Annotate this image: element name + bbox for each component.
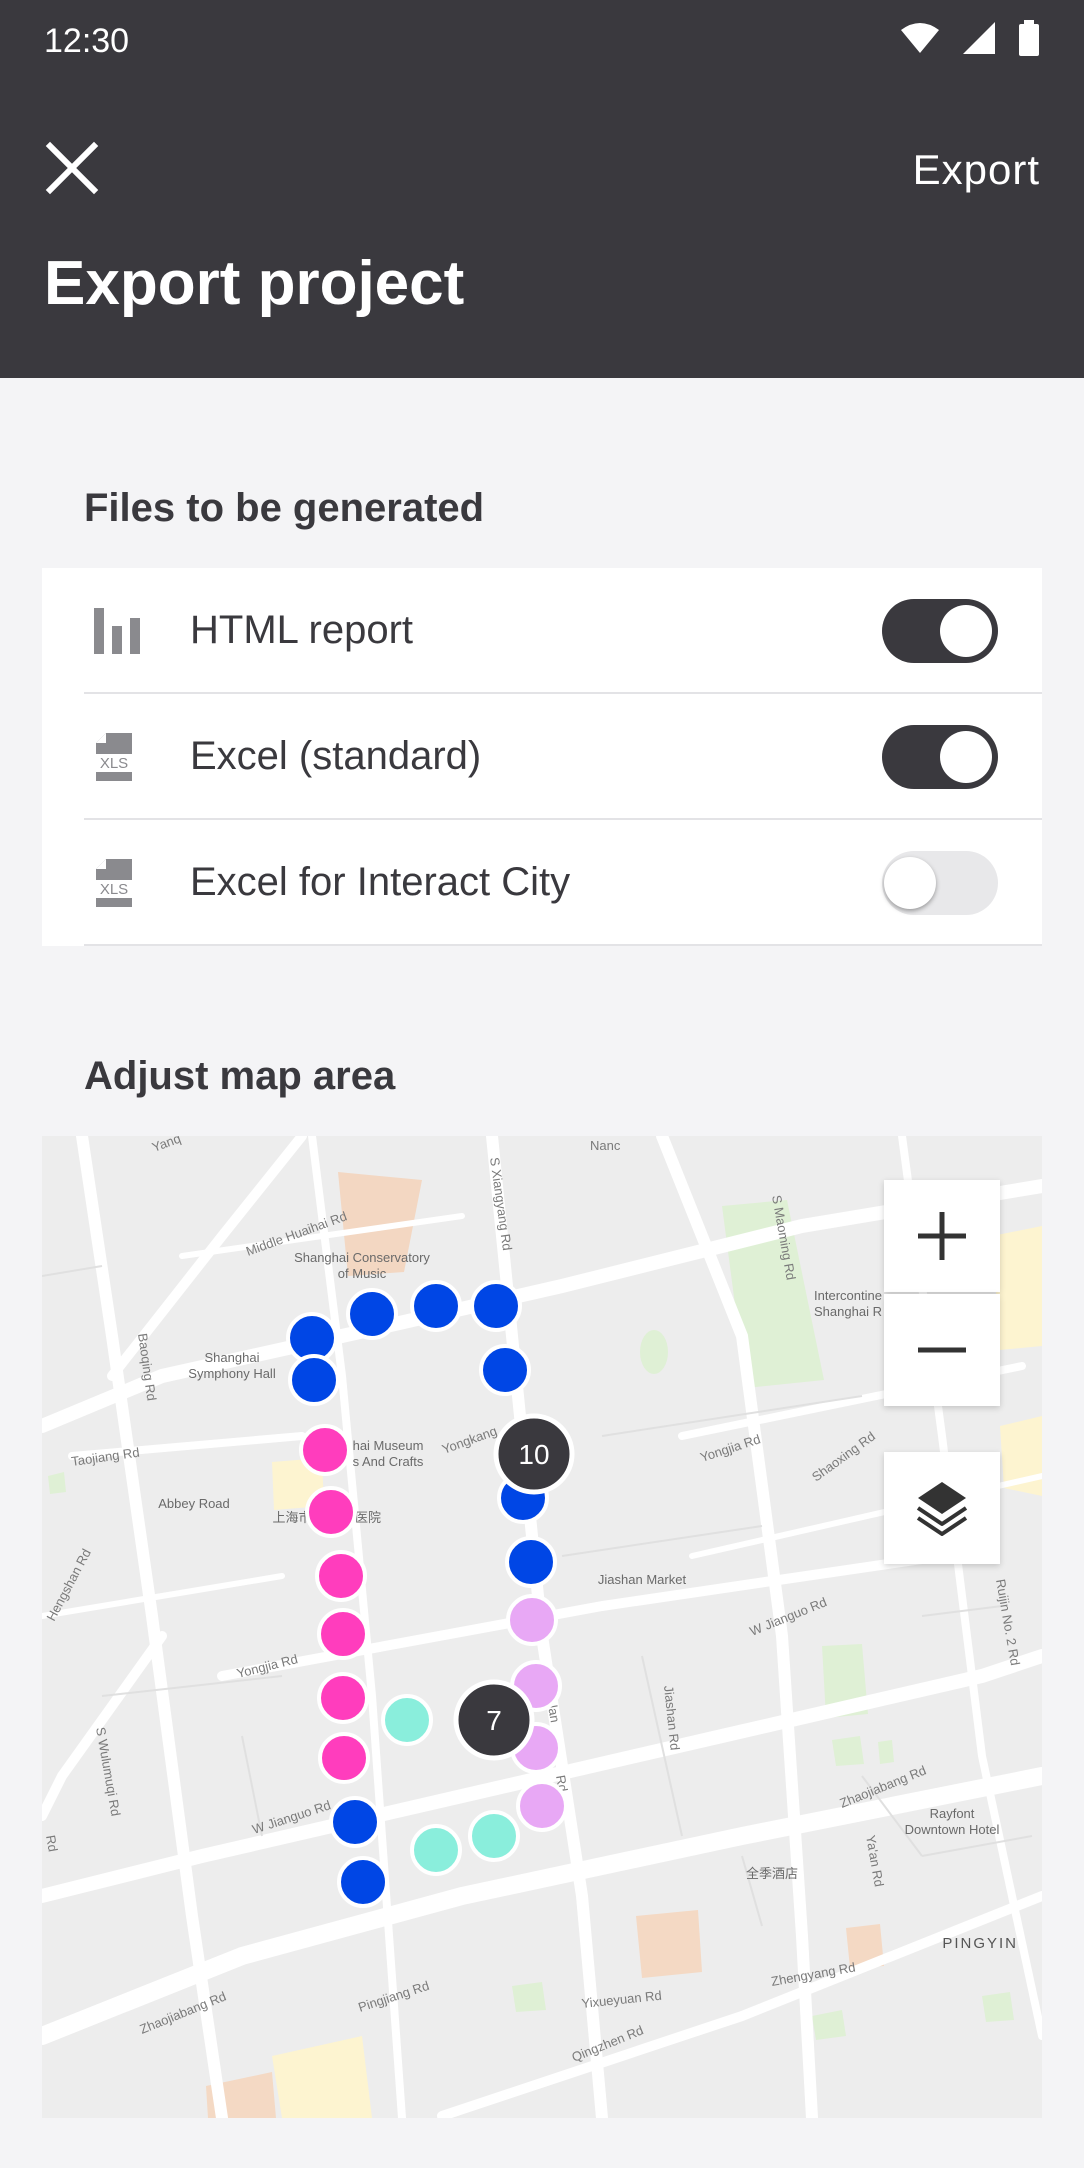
close-button[interactable]	[44, 140, 100, 196]
status-time: 12:30	[44, 22, 130, 60]
label-jiashan: Jiashan Market	[598, 1572, 687, 1587]
map-marker[interactable]	[288, 1354, 340, 1406]
excel-standard-toggle[interactable]	[882, 725, 998, 789]
map-marker[interactable]	[410, 1280, 462, 1332]
file-row-html-report[interactable]: HTML report	[42, 568, 1042, 694]
status-icons	[900, 20, 1040, 56]
map-layers-button[interactable]	[884, 1452, 1000, 1564]
zoom-in-button[interactable]	[884, 1180, 1000, 1292]
map-marker[interactable]	[381, 1694, 433, 1746]
map-marker[interactable]	[317, 1608, 369, 1660]
label-conservatory: Shanghai Conservatory	[294, 1250, 430, 1265]
map-marker[interactable]	[505, 1536, 557, 1588]
label-intercont2: Shanghai R	[814, 1304, 882, 1319]
cluster-marker-7[interactable]: 7	[453, 1679, 535, 1761]
label-rayfont2: Downtown Hotel	[905, 1822, 1000, 1837]
svg-text:XLS: XLS	[100, 755, 128, 772]
label-quanji: 全季酒店	[746, 1866, 798, 1881]
toggle-knob	[940, 605, 992, 657]
map-view[interactable]: Middle Huaihai Rd S Xiangyang Rd S Maomi…	[42, 1136, 1042, 2118]
zoom-out-button[interactable]	[884, 1294, 1000, 1406]
map-marker[interactable]	[410, 1824, 462, 1876]
file-label: Excel for Interact City	[190, 860, 571, 904]
cluster-marker-10[interactable]: 10	[493, 1413, 575, 1495]
label-hospital2: 医院	[355, 1510, 381, 1525]
cluster-count: 10	[518, 1439, 549, 1470]
label-rayfont: Rayfont	[930, 1806, 975, 1821]
map-marker[interactable]	[479, 1344, 531, 1396]
label-symphony: Shanghai	[205, 1350, 260, 1365]
svg-text:XLS: XLS	[100, 881, 128, 898]
map-marker[interactable]	[305, 1486, 357, 1538]
map-marker[interactable]	[299, 1424, 351, 1476]
divider	[84, 944, 1042, 946]
label-rd-left: Rd	[43, 1834, 61, 1853]
files-section-title: Files to be generated	[84, 486, 485, 530]
label-intercont: Intercontine	[814, 1288, 882, 1303]
app-bar: 12:30 Export Export project	[0, 0, 1084, 378]
label-abbey: Abbey Road	[158, 1496, 230, 1511]
map-park	[982, 1992, 1014, 2022]
map-marker[interactable]	[346, 1288, 398, 1340]
map-park	[512, 1982, 546, 2012]
minus-icon	[918, 1347, 966, 1353]
map-marker[interactable]	[318, 1732, 370, 1784]
map-marker[interactable]	[337, 1856, 389, 1908]
wifi-icon	[901, 23, 939, 53]
label-nanchang: Nanc	[590, 1138, 621, 1153]
excel-interact-city-toggle[interactable]	[882, 851, 998, 915]
xls-file-icon: XLS	[92, 733, 136, 781]
map-section-title: Adjust map area	[84, 1054, 396, 1098]
bar-chart-icon	[94, 608, 140, 654]
map-marker[interactable]	[470, 1280, 522, 1332]
label-museum: hai Museum	[353, 1438, 424, 1453]
file-row-excel-interact-city[interactable]: XLS Excel for Interact City	[42, 820, 1042, 946]
close-icon	[45, 141, 99, 195]
map-marker[interactable]	[315, 1550, 367, 1602]
cluster-count: 7	[486, 1705, 502, 1736]
toggle-knob	[884, 857, 936, 909]
label-conservatory2: of Music	[338, 1266, 387, 1281]
map-park	[878, 1740, 894, 1764]
map-marker[interactable]	[317, 1672, 369, 1724]
file-row-excel-standard[interactable]: XLS Excel (standard)	[42, 694, 1042, 820]
export-button[interactable]: Export	[913, 146, 1040, 194]
battery-icon	[1019, 20, 1039, 56]
html-report-toggle[interactable]	[882, 599, 998, 663]
map-marker[interactable]	[516, 1780, 568, 1832]
label-pingyin: PINGYIN	[942, 1935, 1018, 1952]
cell-signal-icon	[963, 22, 995, 54]
page-title: Export project	[44, 249, 465, 318]
file-label: HTML report	[190, 608, 414, 652]
file-label: Excel (standard)	[190, 734, 482, 778]
xls-file-icon: XLS	[92, 859, 136, 907]
map-area	[636, 1910, 702, 1978]
map-marker[interactable]	[468, 1810, 520, 1862]
files-list: HTML report XLS Excel (standard) XLS Exc…	[42, 568, 1042, 946]
plus-icon	[918, 1212, 966, 1260]
map-marker[interactable]	[329, 1796, 381, 1848]
toggle-knob	[940, 731, 992, 783]
map-marker[interactable]	[506, 1594, 558, 1646]
layers-icon	[916, 1482, 968, 1536]
map-park	[832, 1736, 864, 1766]
map-park	[640, 1330, 668, 1374]
label-symphony2: Symphony Hall	[188, 1366, 276, 1381]
label-museum2: s And Crafts	[353, 1454, 424, 1469]
